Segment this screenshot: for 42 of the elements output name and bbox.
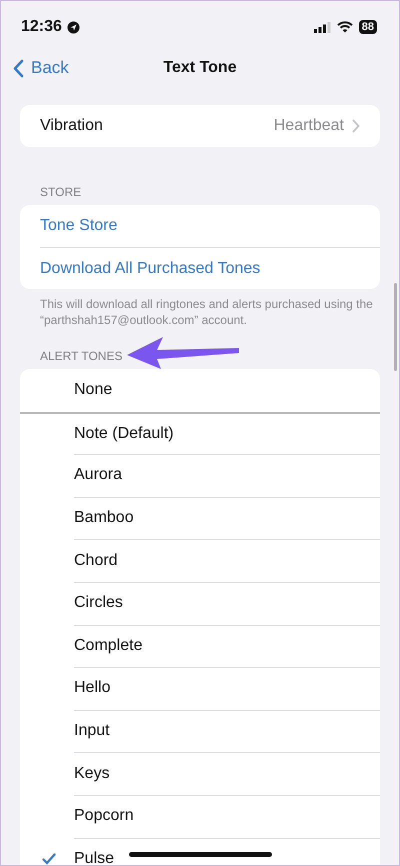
store-link[interactable]: Tone Store xyxy=(40,205,380,247)
battery-level: 88 xyxy=(358,20,377,34)
tone-option[interactable]: None xyxy=(20,369,380,412)
back-button[interactable]: Back xyxy=(1,58,69,78)
tone-option[interactable]: Pulse xyxy=(20,838,380,865)
status-time: 12:36 xyxy=(21,18,62,36)
store-link[interactable]: Download All Purchased Tones xyxy=(40,247,380,289)
tone-label: Popcorn xyxy=(74,807,134,826)
tone-label: Note (Default) xyxy=(74,424,174,443)
tone-label: Input xyxy=(74,722,110,740)
tone-label: Hello xyxy=(74,679,110,698)
chevron-right-icon xyxy=(352,119,360,133)
tone-option[interactable]: Keys xyxy=(20,752,380,795)
section-footer: This will download all ringtones and alerts purchased using the “parthshah157@outlook.com” account. xyxy=(40,296,375,328)
tone-option[interactable]: Popcorn xyxy=(20,794,380,838)
vibration-row[interactable]: Vibration Heartbeat xyxy=(20,105,380,147)
tone-label: Aurora xyxy=(74,466,122,484)
tone-option[interactable]: Hello xyxy=(20,667,380,710)
tone-label: Circles xyxy=(74,594,123,612)
vibration-label: Vibration xyxy=(40,117,104,135)
tone-label: None xyxy=(74,381,112,400)
tone-option[interactable]: Bamboo xyxy=(20,496,380,540)
tone-option[interactable]: Note (Default) xyxy=(20,412,380,454)
tone-label: Keys xyxy=(74,764,110,783)
vibration-value: Heartbeat xyxy=(274,117,344,135)
section-header: ALERT TONES xyxy=(39,348,122,365)
chevron-left-icon xyxy=(13,58,24,78)
tone-option[interactable]: Circles xyxy=(20,582,380,625)
tone-label: Bamboo xyxy=(74,509,134,528)
page-title: Text Tone xyxy=(163,59,237,77)
tone-option[interactable]: Complete xyxy=(20,624,380,668)
tone-label: Complete xyxy=(74,636,142,655)
tone-label: Pulse xyxy=(74,850,114,865)
tone-option[interactable]: Input xyxy=(20,710,380,752)
section-header: STORE xyxy=(39,184,82,201)
tone-option[interactable]: Chord xyxy=(20,539,380,582)
location-icon xyxy=(66,20,80,34)
tone-option[interactable]: Aurora xyxy=(20,454,380,497)
checkmark-icon xyxy=(42,852,56,865)
wifi-icon xyxy=(336,21,353,33)
signal-icon xyxy=(314,22,331,32)
tone-label: Chord xyxy=(74,552,118,570)
